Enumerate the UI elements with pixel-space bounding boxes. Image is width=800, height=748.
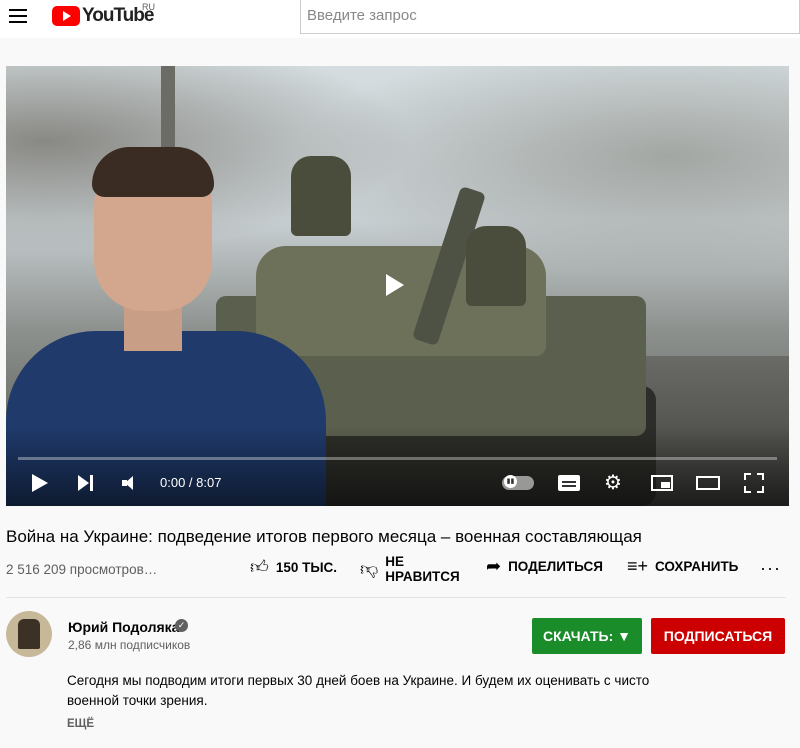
miniplayer-icon[interactable] (651, 475, 673, 491)
show-more-link[interactable]: ЕЩЁ (67, 718, 94, 730)
play-icon[interactable] (32, 474, 48, 492)
time-display: 0:00 / 8:07 (160, 475, 222, 490)
channel-avatar[interactable] (6, 611, 52, 657)
youtube-logo[interactable]: YouTube (52, 5, 154, 27)
verified-check-icon: ✓ (175, 619, 188, 632)
view-count[interactable]: 2 516 209 просмотров… (6, 562, 157, 577)
theater-mode-icon[interactable] (696, 476, 720, 490)
divider (6, 597, 786, 598)
thumbs-down-icon: 👎︎ (360, 559, 379, 579)
autoplay-toggle-icon[interactable] (502, 475, 534, 490)
subscribe-button[interactable]: ПОДПИСАТЬСЯ (651, 618, 785, 654)
playlist-add-icon: ≡+ (627, 556, 649, 576)
share-button[interactable]: ➦ ПОДЕЛИТЬСЯ (486, 556, 603, 577)
fullscreen-icon[interactable] (744, 473, 764, 493)
dislike-button[interactable]: 👎︎ НЕ НРАВИТСЯ (360, 554, 460, 584)
volume-icon[interactable] (122, 476, 138, 490)
center-play-icon[interactable] (386, 274, 404, 296)
video-player[interactable]: 0:00 / 8:07 ⚙ (6, 66, 789, 506)
download-button[interactable]: СКАЧАТЬ: ▼ (532, 618, 642, 654)
more-actions-icon[interactable]: ··· (760, 558, 781, 579)
subtitles-icon[interactable] (558, 475, 580, 491)
like-button[interactable]: 👍︎ 150 ТЫС. (250, 556, 337, 578)
dislike-label-line2: НРАВИТСЯ (385, 569, 460, 584)
save-label: СОХРАНИТЬ (655, 559, 739, 574)
video-description: Сегодня мы подводим итоги первых 30 дней… (67, 673, 650, 708)
settings-gear-icon[interactable]: ⚙ (604, 473, 622, 493)
dislike-label: НЕ НРАВИТСЯ (385, 554, 459, 584)
thumbs-up-icon: 👍︎ (250, 557, 269, 577)
search-input[interactable]: Введите запрос (300, 0, 800, 34)
controls-gradient (6, 426, 789, 506)
progress-bar[interactable] (18, 457, 777, 460)
top-bar: YouTube RU Введите запрос (0, 0, 800, 38)
hamburger-menu-icon[interactable] (9, 9, 27, 23)
channel-name[interactable]: Юрий Подоляка (68, 619, 179, 635)
video-title: Война на Украине: подведение итогов перв… (6, 527, 642, 546)
subscriber-count: 2,86 млн подписчиков (68, 638, 191, 652)
region-label: RU (142, 2, 155, 12)
share-arrow-icon: ➦ (486, 556, 502, 576)
youtube-play-icon (52, 6, 80, 26)
share-label: ПОДЕЛИТЬСЯ (508, 559, 603, 574)
save-button[interactable]: ≡+ СОХРАНИТЬ (627, 556, 738, 577)
dislike-label-line1: НЕ (385, 554, 405, 569)
next-icon[interactable] (78, 474, 96, 492)
like-count: 150 ТЫС. (275, 559, 338, 575)
